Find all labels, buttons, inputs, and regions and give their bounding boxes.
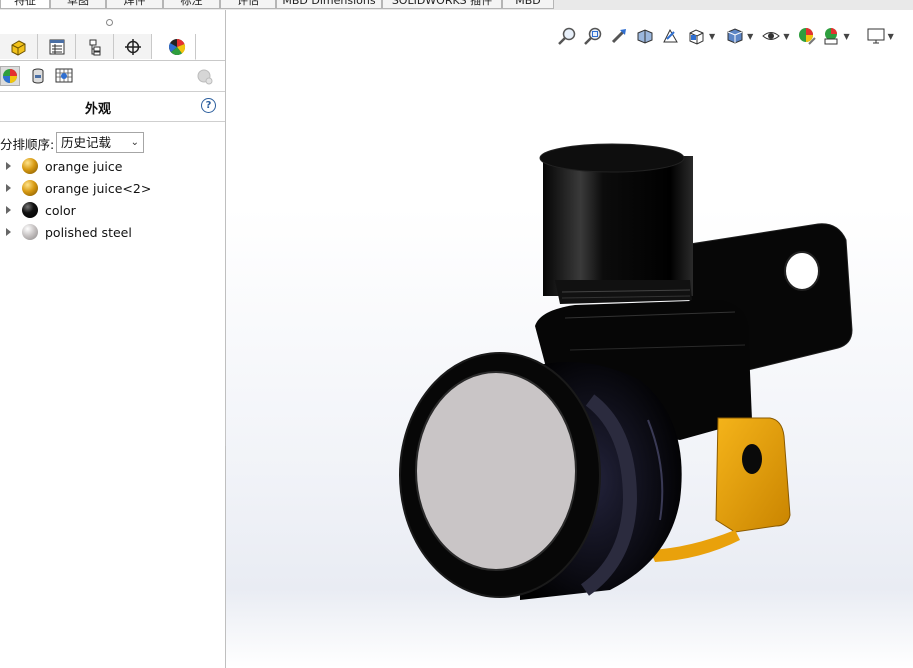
scenes-view-icon (55, 68, 73, 83)
appearance-swatch-icon (22, 180, 38, 196)
divider (0, 91, 225, 92)
appearance-swatch-icon (22, 158, 38, 174)
expand-arrow-icon[interactable] (6, 228, 11, 236)
property-list-icon (49, 39, 64, 54)
appearance-swatch-icon (22, 224, 38, 240)
sort-order-value: 历史记载 (61, 135, 112, 150)
settings-disabled-icon (197, 69, 213, 85)
expand-arrow-icon[interactable] (6, 206, 11, 214)
configurationmanager-tab[interactable] (76, 34, 114, 59)
appearance-label: orange juice<2> (45, 180, 152, 196)
expand-arrow-icon[interactable] (6, 184, 11, 192)
panel-title: 外观 (84, 102, 111, 117)
appearance-label: color (45, 202, 76, 218)
tab-solidworks-addins[interactable]: SOLIDWORKS 插件 (382, 0, 502, 9)
featuremanager-tab[interactable] (0, 34, 38, 59)
command-tab-strip: 特征 草图 焊件 标注 评估 MBD Dimensions SOLIDWORKS… (0, 0, 913, 10)
displaymanager-tab[interactable] (158, 34, 196, 60)
configuration-icon (89, 39, 100, 55)
tab-mbd[interactable]: MBD (502, 0, 554, 9)
appearance-ball-icon (168, 38, 185, 55)
display-manager-panel: 外观 ? 分排顺序: 历史记载 ⌄ orange juice orange ju… (0, 10, 226, 668)
appearances-view-button[interactable] (0, 66, 20, 86)
tab-sketch[interactable]: 草图 (50, 0, 106, 9)
appearance-item[interactable]: color (0, 200, 225, 220)
sort-order-select[interactable]: 历史记载 ⌄ (56, 132, 144, 153)
tab-mbd-dimensions[interactable]: MBD Dimensions (276, 0, 382, 9)
dimxpert-tab[interactable] (114, 34, 152, 59)
appearance-label: orange juice (45, 158, 123, 174)
panel-grip[interactable] (106, 19, 113, 26)
propertymanager-tab[interactable] (38, 34, 76, 59)
expand-arrow-icon[interactable] (6, 162, 11, 170)
help-icon[interactable]: ? (201, 98, 216, 113)
decals-view-button[interactable] (28, 66, 48, 86)
part-icon (11, 39, 25, 56)
crosshair-icon (124, 38, 141, 55)
appearance-swatch-icon (22, 202, 38, 218)
decals-view-icon (32, 68, 44, 84)
chevron-down-icon: ⌄ (130, 137, 139, 148)
appearance-item[interactable]: orange juice<2> (0, 178, 225, 198)
manager-tab-bar (0, 34, 225, 61)
part-model[interactable] (226, 10, 913, 668)
appearance-item[interactable]: orange juice (0, 156, 225, 176)
tab-markup[interactable]: 标注 (163, 0, 220, 9)
tab-weldments[interactable]: 焊件 (106, 0, 163, 9)
sort-order-label: 分排顺序: (0, 137, 55, 152)
divider (0, 121, 225, 122)
tab-evaluate[interactable]: 评估 (220, 0, 276, 9)
scenes-view-button[interactable] (54, 66, 74, 86)
appearance-item[interactable]: polished steel (0, 222, 225, 242)
appearance-label: polished steel (45, 224, 132, 240)
graphics-area[interactable]: ▼ ▼ ▼ ▼ ▼ (226, 10, 913, 668)
tab-features[interactable]: 特征 (0, 0, 50, 9)
appearances-view-icon (3, 69, 17, 83)
